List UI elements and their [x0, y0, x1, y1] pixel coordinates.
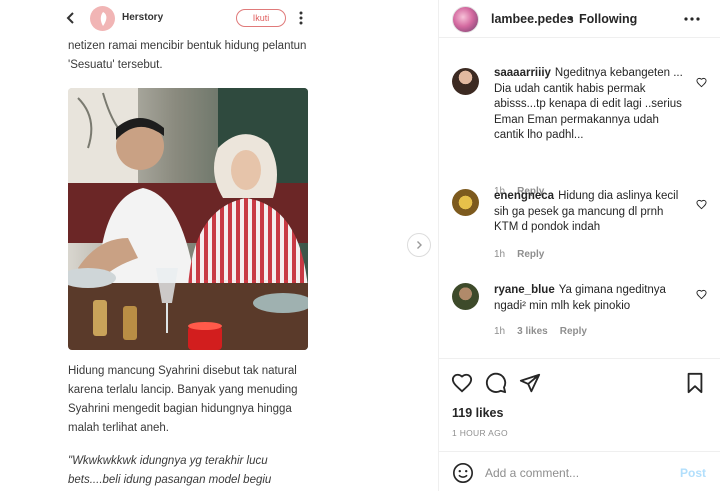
- add-comment-bar: Post: [439, 451, 720, 491]
- comments-list[interactable]: saaaarriiiy Ngeditnya kebangeten ... Dia …: [439, 38, 720, 358]
- comment-username[interactable]: saaaarriiiy: [494, 67, 551, 79]
- publisher-logo: [90, 6, 115, 31]
- comment-username[interactable]: enengneca: [494, 190, 554, 202]
- post-media: Herstory Ikuti netizen ramai mencibir be…: [0, 0, 438, 491]
- reply-button[interactable]: Reply: [517, 249, 544, 260]
- likes-count[interactable]: 119 likes: [452, 406, 503, 420]
- reply-button[interactable]: Reply: [560, 326, 587, 337]
- chevron-right-icon: [417, 241, 422, 249]
- article-screenshot: Herstory Ikuti netizen ramai mencibir be…: [58, 0, 328, 491]
- heart-icon[interactable]: [696, 199, 707, 210]
- avatar[interactable]: [452, 6, 479, 33]
- chevron-left-icon: [66, 12, 74, 24]
- article-paragraph: netizen ramai mencibir bentuk hidung pel…: [68, 40, 307, 71]
- send-icon[interactable]: [519, 372, 541, 394]
- comment-meta: 1h 3 likes Reply: [494, 326, 587, 337]
- emoji-icon[interactable]: [452, 462, 474, 484]
- publisher-name: Herstory: [122, 12, 164, 23]
- post-comment-button[interactable]: Post: [680, 466, 706, 480]
- heart-icon[interactable]: [696, 289, 707, 300]
- heart-icon[interactable]: [451, 372, 473, 394]
- comment-time: 1h: [494, 249, 506, 260]
- comment-meta: 1h Reply: [494, 249, 544, 260]
- feather-icon: [100, 11, 106, 26]
- article-quote: "Wkwkwkkwk idungnya yg terakhir lucu bet…: [68, 455, 272, 486]
- post-actions: 119 likes 1 HOUR AGO Post: [439, 358, 720, 491]
- heart-icon[interactable]: [696, 77, 707, 88]
- next-slide-button[interactable]: [407, 233, 431, 257]
- following-button[interactable]: Following: [579, 12, 637, 26]
- comment-username[interactable]: ryane_blue: [494, 284, 555, 296]
- comment-input[interactable]: [485, 464, 665, 482]
- bookmark-icon[interactable]: [684, 372, 706, 394]
- comment-text: saaaarriiiy Ngeditnya kebangeten ... Dia …: [494, 66, 686, 144]
- follow-publisher-button[interactable]: Ikuti: [236, 9, 286, 27]
- avatar[interactable]: [452, 189, 479, 216]
- comment-icon[interactable]: [485, 372, 507, 394]
- comment-text: enengneca Hidung dia aslinya kecil sih ga…: [494, 189, 686, 236]
- article-header: Herstory Ikuti: [58, 0, 328, 36]
- article-paragraph: Hidung mancung Syahrini disebut tak natu…: [68, 365, 298, 434]
- comment-text: ryane_blue Ya gimana ngeditnya ngadi² min…: [494, 283, 686, 314]
- comment-like-count[interactable]: 3 likes: [517, 326, 548, 337]
- comments-panel: lambee.pedes • Following saaaarriiiy Nged…: [438, 0, 720, 491]
- article-photo: [68, 88, 308, 350]
- comment-time: 1h: [494, 326, 506, 337]
- post-author-username[interactable]: lambee.pedes: [491, 12, 574, 26]
- post-timestamp: 1 HOUR AGO: [452, 428, 508, 438]
- avatar[interactable]: [452, 68, 479, 95]
- post-header: lambee.pedes • Following: [439, 0, 720, 38]
- separator-dot: •: [569, 12, 574, 26]
- more-vertical-icon[interactable]: [298, 10, 304, 26]
- more-horizontal-icon[interactable]: [684, 12, 700, 26]
- avatar[interactable]: [452, 283, 479, 310]
